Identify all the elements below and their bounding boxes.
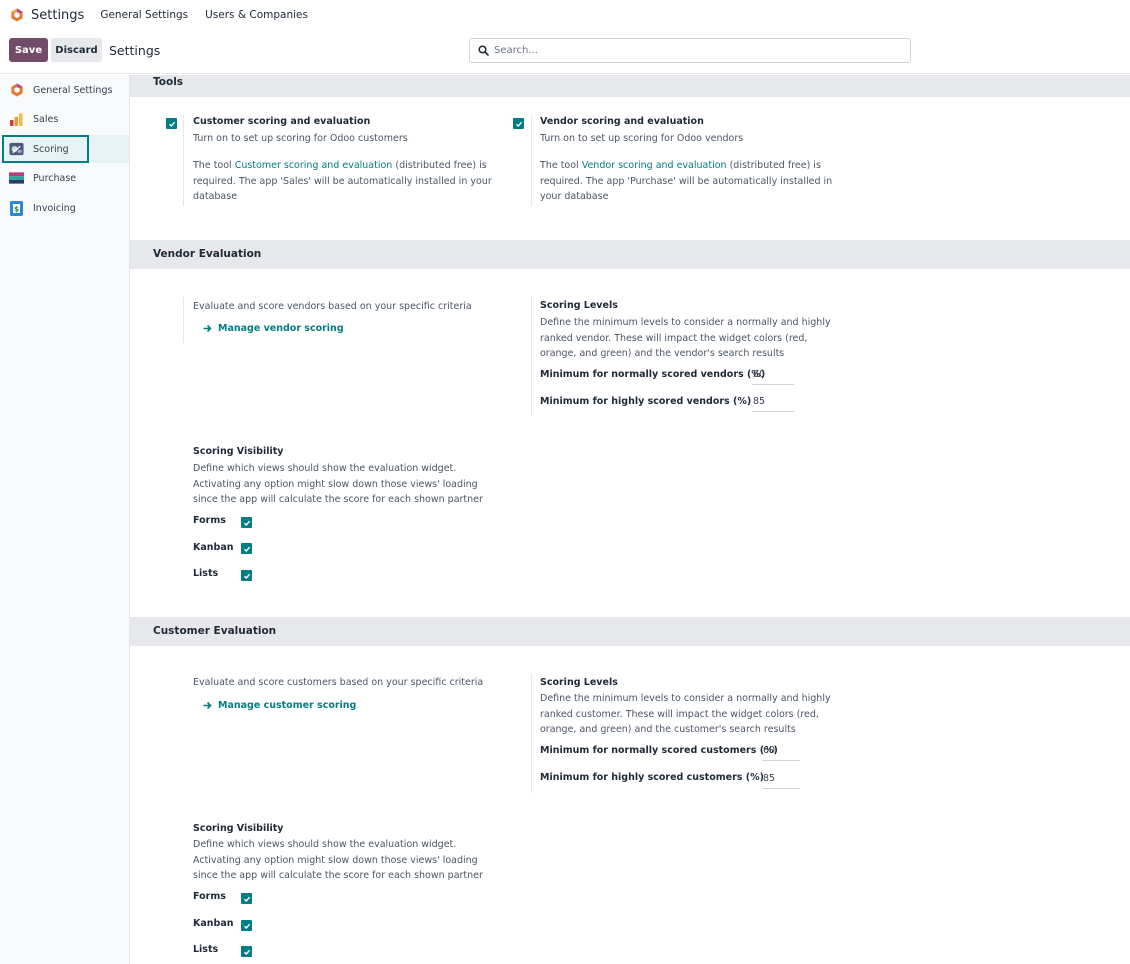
check-icon (168, 121, 175, 127)
check-icon (515, 121, 522, 127)
vendor-scoring-tool-link[interactable]: Vendor scoring and evaluation (582, 160, 727, 171)
arrow-right-icon (203, 324, 212, 333)
odoo-logo-icon[interactable] (10, 8, 24, 22)
vendor-scoring-checkbox[interactable] (513, 118, 524, 129)
save-button[interactable]: Save (9, 38, 48, 62)
customer-view-lists-label: Lists (193, 944, 219, 955)
min-high-customers-input[interactable]: 85 (762, 771, 800, 789)
sidebar-item-purchase[interactable]: Purchase (2, 164, 129, 192)
customer-view-lists-checkbox[interactable] (241, 946, 252, 957)
top-navbar: Settings General Settings Users & Compan… (0, 0, 1130, 30)
min-high-vendors-input[interactable]: 85 (752, 394, 794, 412)
vendor-visibility-desc: Define which views should show the evalu… (193, 463, 483, 505)
app-name[interactable]: Settings (31, 8, 84, 23)
vendor-scoring-desc: Turn on to set up scoring for Odoo vendo… (540, 133, 744, 144)
customer-levels-title: Scoring Levels (540, 677, 618, 688)
sidebar-item-label: General Settings (33, 84, 113, 96)
sales-chart-icon (9, 112, 24, 127)
vendor-view-kanban-label: Kanban (193, 542, 234, 553)
min-high-vendors-label: Minimum for highly scored vendors (%) (540, 396, 752, 407)
check-icon (243, 896, 250, 902)
arrow-right-icon (203, 701, 212, 710)
sidebar-item-scoring[interactable]: Scoring (2, 135, 129, 163)
active-item-outline (2, 135, 89, 163)
vendor-levels-desc: Define the minimum levels to consider a … (540, 317, 831, 359)
vendor-view-forms-label: Forms (193, 515, 226, 526)
setting-divider (183, 297, 184, 343)
breadcrumb: Settings (109, 43, 161, 58)
min-normal-vendors-label: Minimum for normally scored vendors (%) (540, 369, 766, 380)
section-header-vendor-evaluation: Vendor Evaluation (130, 240, 1130, 269)
setting-divider (183, 115, 184, 206)
control-panel: Save Discard Settings (0, 30, 1130, 74)
vendor-levels-title: Scoring Levels (540, 300, 618, 311)
vendor-view-kanban-checkbox[interactable] (241, 543, 252, 554)
setting-divider (531, 115, 532, 206)
check-icon (243, 923, 250, 929)
sidebar-item-label: Sales (33, 113, 59, 125)
section-header-tools: Tools (130, 75, 1130, 97)
vendor-view-forms-checkbox[interactable] (241, 517, 252, 528)
customer-eval-desc: Evaluate and score customers based on yo… (193, 677, 484, 688)
vendor-scoring-title: Vendor scoring and evaluation (540, 116, 704, 127)
vendor-view-lists-label: Lists (193, 568, 219, 579)
vendor-view-lists-checkbox[interactable] (241, 570, 252, 581)
min-normal-vendors-input[interactable]: 60 (752, 367, 794, 385)
manage-vendor-scoring-link[interactable]: Manage vendor scoring (203, 323, 344, 334)
odoo-logo-icon (9, 83, 24, 98)
sidebar-item-label: Purchase (33, 172, 77, 184)
setting-divider (531, 674, 532, 793)
manage-customer-scoring-link[interactable]: Manage customer scoring (203, 700, 356, 711)
invoice-icon: $ (9, 200, 24, 216)
discard-button[interactable]: Discard (51, 38, 102, 62)
min-normal-customers-input[interactable]: 60 (762, 743, 800, 761)
customer-scoring-note: The tool Customer scoring and evaluation… (193, 160, 492, 202)
customer-view-forms-label: Forms (193, 891, 226, 902)
customer-visibility-desc: Define which views should show the evalu… (193, 839, 483, 881)
menu-users-companies[interactable]: Users & Companies (205, 9, 308, 21)
section-header-customer-evaluation: Customer Evaluation (130, 617, 1130, 646)
vendor-visibility-title: Scoring Visibility (193, 446, 284, 457)
customer-view-forms-checkbox[interactable] (241, 893, 252, 904)
check-icon (243, 949, 250, 955)
section-title: Vendor Evaluation (153, 248, 262, 260)
manage-link-label: Manage vendor scoring (218, 323, 344, 334)
customer-view-kanban-label: Kanban (193, 918, 234, 929)
check-icon (243, 546, 250, 552)
min-high-customers-label: Minimum for highly scored customers (%) (540, 772, 764, 783)
menu-general-settings[interactable]: General Settings (100, 9, 188, 21)
sidebar-item-invoicing[interactable]: $ Invoicing (2, 194, 129, 222)
section-title: Customer Evaluation (153, 625, 277, 637)
sidebar-item-label: Invoicing (33, 202, 76, 214)
check-icon (243, 573, 250, 579)
search-bar[interactable] (469, 38, 911, 63)
svg-text:$: $ (14, 205, 19, 213)
customer-view-kanban-checkbox[interactable] (241, 920, 252, 931)
min-normal-customers-label: Minimum for normally scored customers (%… (540, 745, 778, 756)
sidebar-item-general-settings[interactable]: General Settings (2, 76, 129, 104)
customer-scoring-checkbox[interactable] (166, 118, 177, 129)
customer-scoring-title: Customer scoring and evaluation (193, 116, 371, 127)
search-icon (478, 45, 489, 56)
section-title: Tools (153, 76, 184, 88)
purchase-card-icon (9, 171, 24, 186)
manage-link-label: Manage customer scoring (218, 700, 357, 711)
customer-visibility-title: Scoring Visibility (193, 823, 284, 834)
setting-divider (531, 297, 532, 416)
settings-content: Tools Customer scoring and evaluation Tu… (130, 75, 1130, 964)
search-input[interactable] (494, 45, 894, 56)
customer-scoring-desc: Turn on to set up scoring for Odoo custo… (193, 133, 408, 144)
customer-scoring-tool-link[interactable]: Customer scoring and evaluation (235, 160, 393, 171)
vendor-scoring-note: The tool Vendor scoring and evaluation (… (540, 160, 833, 202)
check-icon (243, 520, 250, 526)
vendor-eval-desc: Evaluate and score vendors based on your… (193, 301, 472, 312)
customer-levels-desc: Define the minimum levels to consider a … (540, 693, 831, 735)
sidebar-item-sales[interactable]: Sales (2, 105, 129, 133)
settings-sidebar: General Settings Sales Scoring Purchase … (0, 75, 130, 964)
